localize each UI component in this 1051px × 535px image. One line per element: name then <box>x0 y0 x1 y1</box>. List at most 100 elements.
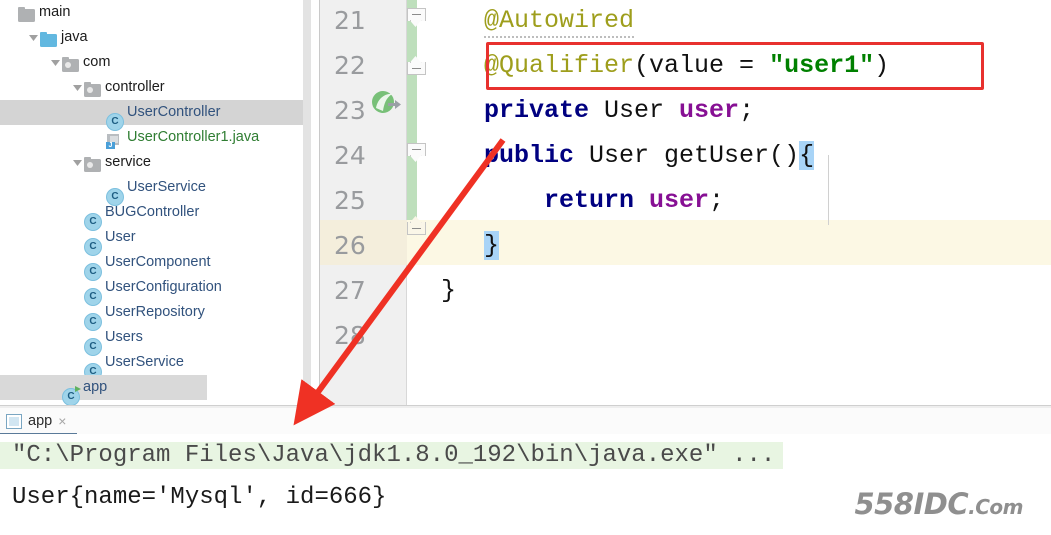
tree-item-label: service <box>105 154 151 170</box>
tree-item-java[interactable]: java <box>0 25 320 50</box>
console-output[interactable]: "C:\Program Files\Java\jdk1.8.0_192\bin\… <box>0 434 1051 535</box>
tree-item-label: main <box>39 4 71 20</box>
line-number: 26 <box>334 231 366 260</box>
tree-item-userrepository[interactable]: CUserRepository <box>0 300 320 331</box>
tree-item-com[interactable]: com <box>0 50 320 75</box>
tree-item-usercontroller[interactable]: CUserController <box>0 100 310 131</box>
spring-bean-icon[interactable] <box>372 90 402 116</box>
run-console-panel: app × "C:\Program Files\Java\jdk1.8.0_19… <box>0 408 1051 535</box>
console-command-line: "C:\Program Files\Java\jdk1.8.0_192\bin\… <box>0 442 784 469</box>
tree-item-service[interactable]: service <box>0 150 320 175</box>
code-line-text: private User user; <box>484 96 754 125</box>
ide-window: main java com controller CUserController J Use… <box>0 0 1051 535</box>
fold-marker-expand[interactable] <box>407 56 426 81</box>
java-class-icon: C <box>84 305 102 331</box>
java-class-icon: C <box>84 280 102 306</box>
code-token: user <box>679 96 740 125</box>
code-editor[interactable]: 21 22 23 24 25 26 27 28 @Autowired @Qual… <box>320 0 1051 405</box>
tree-item-label: UserConfiguration <box>105 279 222 295</box>
code-line[interactable]: } <box>429 225 1051 270</box>
java-class-icon: C <box>84 355 102 381</box>
watermark-main: 558IDC <box>854 487 969 521</box>
code-text-area[interactable]: @Autowired @Qualifier(value = "user1") pri… <box>429 0 1051 405</box>
chevron-down-icon[interactable] <box>26 25 40 50</box>
code-token: @Autowired <box>484 6 635 38</box>
tree-item-label: UserController <box>127 104 221 120</box>
chevron-down-icon[interactable] <box>48 50 62 75</box>
java-class-icon: C <box>84 230 102 256</box>
line-number: 25 <box>334 186 366 215</box>
code-token: user <box>649 186 710 215</box>
tree-item-controller[interactable]: controller <box>0 75 320 100</box>
tree-item-bugcontroller[interactable]: CBUGController <box>0 200 320 231</box>
code-token: public <box>484 141 590 170</box>
tree-item-user[interactable]: CUser <box>0 225 320 256</box>
tree-item-label: com <box>83 54 111 70</box>
code-token: User <box>604 96 680 125</box>
tree-item-userconfiguration[interactable]: CUserConfiguration <box>0 275 320 306</box>
folder-package-icon <box>62 55 80 72</box>
tree-item-label: UserRepository <box>105 304 205 320</box>
code-line[interactable] <box>429 315 1051 360</box>
tree-item-users[interactable]: CUsers <box>0 325 320 356</box>
java-class-icon: C <box>84 255 102 281</box>
tree-item-usercontroller1-java[interactable]: J UserController1.java <box>0 125 320 150</box>
fold-marker-collapse[interactable] <box>407 8 426 27</box>
code-line-text: } <box>441 276 456 305</box>
tree-item-app[interactable]: Capp <box>0 375 207 405</box>
code-token: (value = <box>634 51 770 80</box>
line-number: 27 <box>334 276 366 305</box>
tree-item-usercomponent[interactable]: CUserComponent <box>0 250 320 281</box>
line-number: 24 <box>334 141 366 170</box>
code-token: ; <box>709 186 725 215</box>
java-class-icon: C <box>106 180 124 206</box>
code-token: } <box>484 231 500 260</box>
java-file-icon: J <box>106 130 124 149</box>
watermark-suffix: .Com <box>968 495 1023 519</box>
console-tab-app[interactable]: app × <box>6 410 66 432</box>
console-tab-bar: app × <box>0 408 1051 436</box>
code-line[interactable]: @Autowired <box>429 0 1051 45</box>
code-token: @Qualifier <box>484 51 635 80</box>
code-token: return <box>484 186 650 215</box>
code-line[interactable]: return user; <box>429 180 1051 225</box>
fold-marker-method[interactable] <box>407 143 426 162</box>
console-tab-label: app <box>28 413 53 429</box>
editor-split-area: main java com controller CUserController J Use… <box>0 0 1051 405</box>
console-output-line: User{name='Mysql', id=666} <box>12 484 387 511</box>
java-class-icon: C <box>84 205 102 231</box>
code-token: } <box>441 276 457 305</box>
code-token: User getUser() <box>589 141 800 170</box>
tree-item-label: UserController1.java <box>127 129 260 145</box>
code-line[interactable]: private User user; <box>429 90 1051 135</box>
code-line[interactable]: @Qualifier(value = "user1") <box>429 45 1051 90</box>
site-watermark: 558IDC.Com <box>854 487 1023 521</box>
chevron-down-icon[interactable] <box>70 150 84 175</box>
code-line[interactable]: } <box>429 270 1051 315</box>
fold-marker-method-end[interactable] <box>407 216 426 241</box>
project-tree-scrollbar-thumb[interactable] <box>303 0 311 390</box>
code-token: private <box>484 96 605 125</box>
chevron-down-icon[interactable] <box>70 75 84 100</box>
tree-item-label: UserService <box>105 354 184 370</box>
project-tree-panel[interactable]: main java com controller CUserController J Use… <box>0 0 320 405</box>
gutter-separator <box>406 0 407 405</box>
tree-item-main[interactable]: main <box>0 0 320 25</box>
code-line-text: @Qualifier(value = "user1") <box>484 51 889 80</box>
folder-package-icon <box>84 80 102 97</box>
tree-item-label: Users <box>105 329 143 345</box>
close-icon[interactable]: × <box>58 414 66 428</box>
code-token: ) <box>874 51 890 80</box>
code-line[interactable]: public User getUser(){ <box>429 135 1051 180</box>
tree-item-userservice[interactable]: CUserService <box>0 175 320 206</box>
tree-item-label: app <box>83 379 108 395</box>
code-line-text: return user; <box>484 186 724 215</box>
tree-item-userservice[interactable]: CUserService <box>0 350 320 381</box>
project-tree-scrollbar[interactable] <box>303 0 316 405</box>
tree-item-label: java <box>61 29 88 45</box>
folder-gray-icon <box>18 5 36 22</box>
line-number: 22 <box>334 51 366 80</box>
java-class-icon: C <box>106 105 124 131</box>
line-number: 21 <box>334 6 366 35</box>
tree-item-label: UserService <box>127 179 206 195</box>
